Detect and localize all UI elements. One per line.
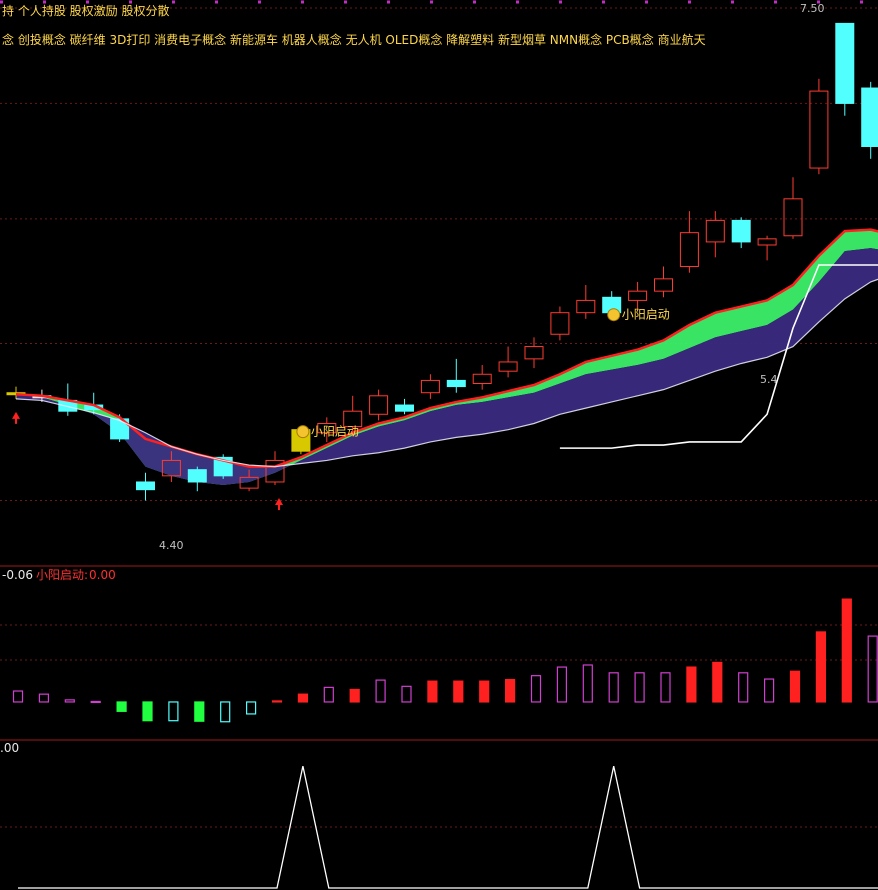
stock-chart: 小阳启动小阳启动 7.50 4.40 5.4 -0.06 小阳启动: 0.00 … (0, 0, 878, 889)
candle-body (861, 87, 878, 148)
indicator-bar (168, 701, 179, 722)
candle-body (679, 232, 699, 268)
buy-arrow-icon (275, 498, 283, 506)
candle-body (446, 379, 466, 388)
candle-body (628, 290, 648, 301)
signal-label: 小阳启动 (622, 308, 670, 322)
indicator-bar (220, 701, 231, 723)
indicator-bar (686, 666, 697, 703)
concept-tags-line1: 持 个人持股 股权激励 股权分散 (2, 4, 170, 18)
indicator-bar (90, 700, 101, 704)
panel-dividers (0, 565, 878, 741)
indicator-bar (375, 679, 386, 703)
indicator-bar (38, 693, 50, 703)
indicator-bar (64, 699, 75, 703)
candle-body (783, 198, 803, 237)
indicator-bar (12, 690, 24, 703)
indicator-bar (738, 672, 749, 703)
high-price-label: 7.50 (800, 2, 825, 15)
indicator-bar (712, 661, 723, 703)
candle-body (395, 404, 414, 412)
candle-body (420, 379, 440, 394)
candle-body (472, 373, 492, 384)
indicator-bar (841, 598, 852, 703)
indicator-bar (401, 685, 412, 703)
indicator-bar (608, 672, 619, 703)
indicator-bar (789, 670, 801, 703)
concept-tags-line2: 念 创投概念 碳纤维 3D打印 消费电子概念 新能源车 机器人概念 无人机 OL… (2, 33, 706, 47)
right-price-label: 5.4 (760, 373, 778, 386)
signal-label: 小阳启动 (311, 425, 359, 439)
money-bag-icon (607, 308, 621, 322)
indicator-readout-value: -0.06 (2, 568, 33, 582)
band-lower-fill (16, 248, 878, 486)
candle-body (705, 219, 725, 243)
indicator-bar (453, 680, 464, 703)
indicator-bar (505, 678, 516, 703)
candle-body (654, 278, 673, 292)
money-bag-icon (296, 425, 310, 439)
indicator-bar (763, 678, 775, 703)
indicator-bar (323, 686, 334, 703)
candle-body (550, 312, 570, 335)
indicator-bar (271, 700, 283, 703)
indicator-bar (556, 666, 568, 703)
candle-body (498, 361, 518, 372)
candle-body (524, 346, 544, 360)
indicator-bar (660, 672, 671, 703)
candle-body (576, 299, 596, 314)
indicator-bar (530, 675, 542, 703)
indicator-bar (634, 672, 645, 703)
indicator-readout-value2: 0.00 (89, 568, 116, 582)
candle-body (136, 481, 155, 491)
candle-body (757, 238, 777, 246)
indicator-bar (867, 635, 878, 703)
indicator-bar (427, 680, 438, 703)
candle-body (731, 219, 751, 243)
indicator-bar (815, 631, 827, 703)
indicator-bar (142, 701, 153, 722)
indicator-bar (246, 701, 257, 715)
candle-body (369, 395, 389, 415)
candle-body (835, 22, 855, 104)
candle-body (187, 469, 207, 483)
low-price-label: 4.40 (159, 539, 184, 552)
indicator-bar (116, 701, 127, 712)
signal-readout-value: .00 (0, 741, 19, 755)
indicator-bar (582, 664, 593, 703)
trend-band (16, 229, 878, 486)
indicator-bar (479, 680, 490, 703)
indicator-bar (349, 688, 360, 703)
indicator-bar (194, 701, 205, 722)
indicator-bar (297, 693, 308, 703)
candle-body (809, 90, 829, 169)
buy-arrow-icon (12, 411, 20, 419)
indicator-readout-label: 小阳启动: (36, 568, 88, 582)
